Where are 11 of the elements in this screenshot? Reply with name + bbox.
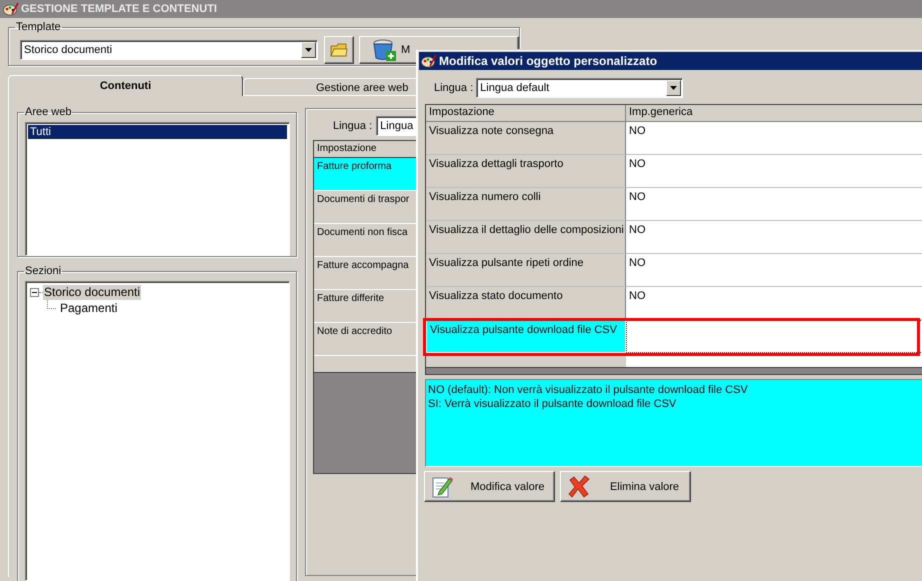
group-label: Template [15,21,62,33]
lingua-label: Lingua : [333,120,372,132]
window-title: GESTIONE TEMPLATE E CONTENUTI [21,3,217,15]
description-line: NO (default): Non verrà visualizzato il pulsante download file CSV [428,383,749,397]
group-label: Sezioni [24,265,62,277]
description-line: SI: Verrà visualizzato il pulsante download file CSV [428,397,678,411]
column-header: Imp.generica [626,105,922,122]
column-header: Impostazione [426,105,626,122]
lingua-label: Lingua : [434,82,474,94]
dialog-title: Modifica valori oggetto personalizzato [439,54,658,68]
group-label: Aree web [24,106,72,118]
